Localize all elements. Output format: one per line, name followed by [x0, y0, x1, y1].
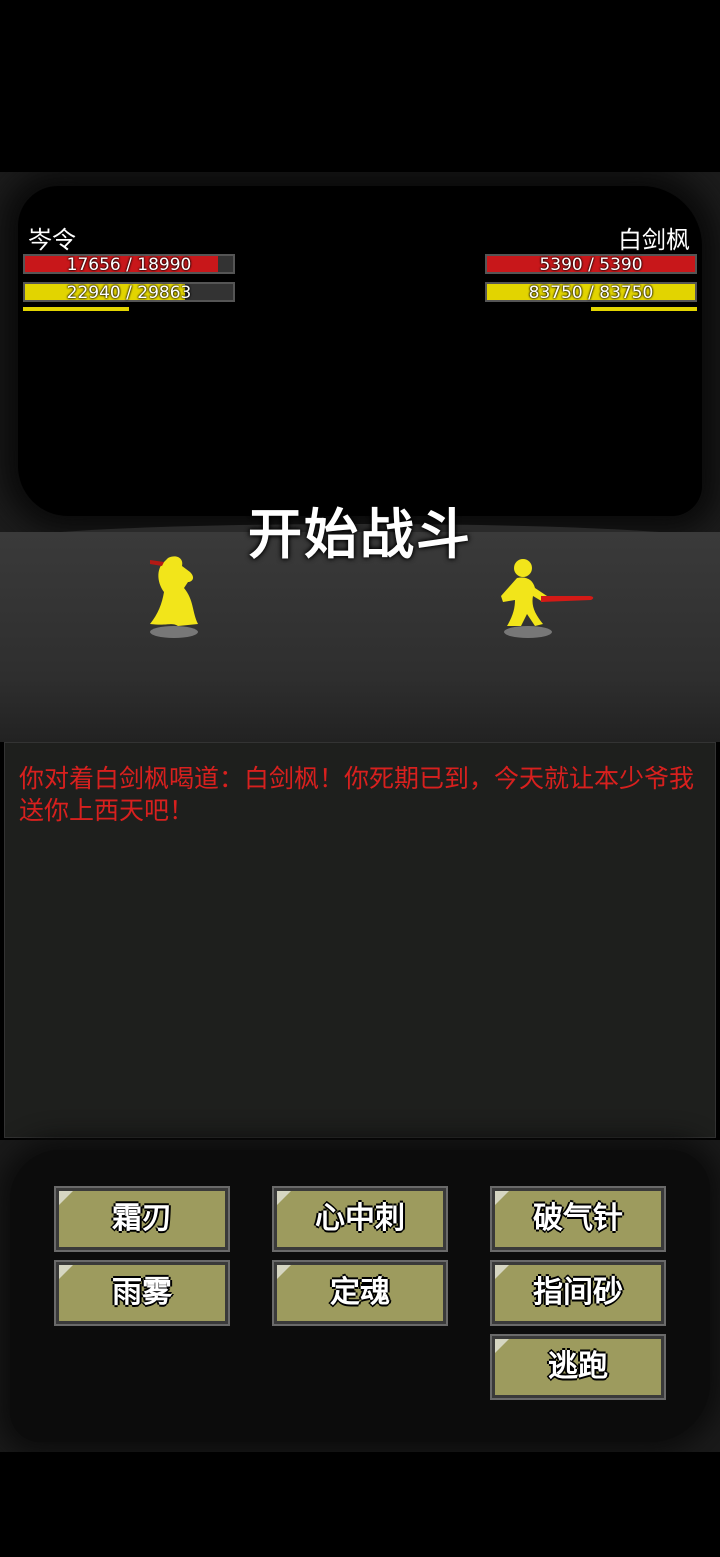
flee-button[interactable]: 逃跑 [490, 1334, 666, 1400]
skill-button-2[interactable]: 心中刺 [272, 1186, 448, 1252]
player-mp-text: 22940 / 29863 [66, 283, 192, 303]
skill-button-1[interactable]: 霜刃 [54, 1186, 230, 1252]
player-hp-text: 17656 / 18990 [66, 255, 192, 275]
skill-button-3[interactable]: 破气针 [490, 1186, 666, 1252]
battle-log-message: 你对着白剑枫喝道：白剑枫！你死期已到，今天就让本少爷我送你上西天吧！ [19, 764, 695, 825]
bottom-black-area [0, 1452, 720, 1557]
skill-button-6[interactable]: 指间砂 [490, 1260, 666, 1326]
player-mp-bar: 22940 / 29863 [23, 282, 235, 303]
skill-button-5[interactable]: 定魂 [272, 1260, 448, 1326]
enemy-mp-text: 83750 / 83750 [528, 283, 654, 303]
enemy-name: 白剑枫 [618, 226, 690, 254]
action-panel: 霜刃 心中刺 破气针 雨雾 定魂 指间砂 逃跑 [0, 1140, 720, 1452]
enemy-mp-bar: 83750 / 83750 [485, 282, 697, 303]
player-energy-line [23, 307, 129, 311]
dark-fog-background [18, 186, 702, 516]
enemy-hp-bar: 5390 / 5390 [485, 254, 697, 275]
skill-button-4[interactable]: 雨雾 [54, 1260, 230, 1326]
battle-start-banner: 开始战斗 [248, 502, 472, 566]
player-hp-bar: 17656 / 18990 [23, 254, 235, 275]
enemy-hp-text: 5390 / 5390 [539, 255, 643, 275]
battle-log-panel: 你对着白剑枫喝道：白剑枫！你死期已到，今天就让本少爷我送你上西天吧！ [4, 742, 716, 1138]
enemy-energy-line [591, 307, 697, 311]
player-name: 岑令 [28, 226, 76, 254]
